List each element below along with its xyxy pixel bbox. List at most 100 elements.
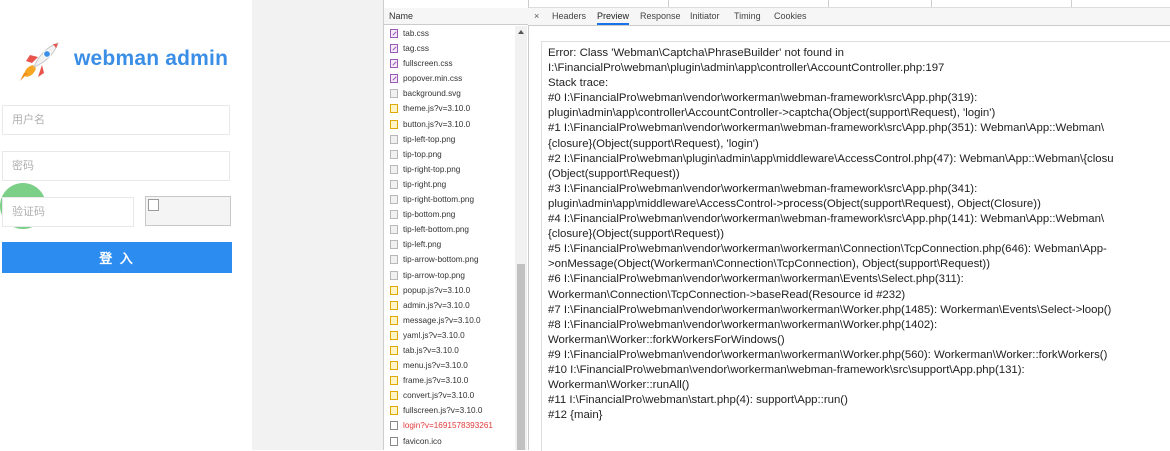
- tab-headers[interactable]: Headers: [552, 8, 586, 25]
- request-row[interactable]: message.js?v=3.10.0: [384, 313, 514, 328]
- tab-initiator[interactable]: Initiator: [690, 8, 720, 25]
- request-name: frame.js?v=3.10.0: [403, 376, 469, 386]
- captcha-input[interactable]: [2, 197, 134, 227]
- network-request-list: Name tab.css tag.css fullscreen.css popover…: [383, 0, 529, 450]
- script-icon: [390, 300, 398, 310]
- request-name: menu.js?v=3.10.0: [403, 361, 468, 371]
- request-row[interactable]: tab.css: [384, 26, 514, 41]
- request-name: tip-right-bottom.png: [403, 195, 474, 205]
- request-name: tip-left-top.png: [403, 134, 456, 144]
- request-row[interactable]: fullscreen.css: [384, 56, 514, 71]
- image-icon: [390, 89, 398, 99]
- request-row[interactable]: tip-top.png: [384, 147, 514, 162]
- image-icon: [390, 134, 398, 144]
- request-name: convert.js?v=3.10.0: [403, 391, 475, 401]
- image-icon: [390, 210, 398, 220]
- close-icon[interactable]: ×: [534, 8, 539, 25]
- waterfall-marker: [1071, 0, 1072, 7]
- image-icon: [390, 195, 398, 205]
- request-name: tip-left.png: [403, 240, 442, 250]
- request-row[interactable]: tip-arrow-top.png: [384, 268, 514, 283]
- tab-cookies[interactable]: Cookies: [774, 8, 807, 25]
- request-row[interactable]: tip-right.png: [384, 177, 514, 192]
- request-row[interactable]: menu.js?v=3.10.0: [384, 358, 514, 373]
- scrollbar[interactable]: [515, 26, 527, 450]
- name-column-header[interactable]: Name: [384, 8, 528, 25]
- script-icon: [390, 315, 398, 325]
- request-row[interactable]: admin.js?v=3.10.0: [384, 298, 514, 313]
- tab-timing[interactable]: Timing: [734, 8, 761, 25]
- request-name: popup.js?v=3.10.0: [403, 285, 471, 295]
- request-name: tag.css: [403, 44, 429, 54]
- request-name: tab.css: [403, 29, 429, 38]
- request-name: popover.min.css: [403, 74, 463, 84]
- request-name: tip-left-bottom.png: [403, 225, 469, 235]
- username-input[interactable]: [2, 105, 230, 135]
- request-name: tip-right-top.png: [403, 164, 461, 174]
- request-row[interactable]: tip-right-bottom.png: [384, 192, 514, 207]
- request-name: tip-arrow-bottom.png: [403, 255, 479, 265]
- waterfall-marker: [668, 0, 669, 7]
- captcha-image[interactable]: [145, 196, 231, 226]
- request-row[interactable]: tag.css: [384, 41, 514, 56]
- request-row[interactable]: fullscreen.js?v=3.10.0: [384, 403, 514, 418]
- request-name: yaml.js?v=3.10.0: [403, 330, 465, 340]
- error-stack-trace: Error: Class 'Webman\Captcha\PhraseBuild…: [548, 47, 1114, 422]
- request-row[interactable]: convert.js?v=3.10.0: [384, 388, 514, 403]
- request-name: tip-top.png: [403, 149, 442, 159]
- rocket-logo-icon: [20, 42, 59, 81]
- page-gutter: [252, 0, 383, 450]
- request-row[interactable]: login?v=1691578393261: [384, 418, 514, 433]
- response-preview: Error: Class 'Webman\Captcha\PhraseBuild…: [541, 41, 1170, 451]
- request-row[interactable]: tip-left-bottom.png: [384, 222, 514, 237]
- request-row[interactable]: tab.js?v=3.10.0: [384, 343, 514, 358]
- request-row[interactable]: tip-bottom.png: [384, 207, 514, 222]
- request-row[interactable]: popover.min.css: [384, 71, 514, 86]
- image-icon: [390, 240, 398, 250]
- request-name: admin.js?v=3.10.0: [403, 300, 470, 310]
- password-input[interactable]: [2, 151, 230, 181]
- request-name: tab.js?v=3.10.0: [403, 345, 459, 355]
- document-icon: [390, 421, 398, 431]
- detail-tabs-bar: × Headers Preview Response Initiator Tim…: [528, 8, 1170, 26]
- request-name: message.js?v=3.10.0: [403, 315, 481, 325]
- request-name: tip-arrow-top.png: [403, 270, 465, 280]
- request-name: fullscreen.css: [403, 59, 453, 69]
- request-name: fullscreen.js?v=3.10.0: [403, 406, 483, 416]
- request-row[interactable]: button.js?v=3.10.0: [384, 117, 514, 132]
- scroll-up-arrow-icon[interactable]: [518, 30, 524, 34]
- stylesheet-icon: [390, 29, 398, 38]
- request-rows: tab.css tag.css fullscreen.css popover.min.…: [384, 26, 514, 449]
- stylesheet-icon: [390, 74, 398, 84]
- scrollbar-thumb[interactable]: [517, 264, 525, 450]
- request-row[interactable]: tip-right-top.png: [384, 162, 514, 177]
- request-name: background.svg: [403, 89, 461, 99]
- request-row[interactable]: tip-left-top.png: [384, 132, 514, 147]
- request-row[interactable]: favicon.ico: [384, 434, 514, 449]
- login-panel: webman admin 登 入: [0, 0, 252, 450]
- request-row[interactable]: frame.js?v=3.10.0: [384, 373, 514, 388]
- request-row[interactable]: theme.js?v=3.10.0: [384, 101, 514, 116]
- request-name: tip-right.png: [403, 179, 447, 189]
- request-row[interactable]: background.svg: [384, 86, 514, 101]
- brand-title: webman admin: [74, 47, 229, 70]
- script-icon: [390, 330, 398, 340]
- request-row[interactable]: tip-left.png: [384, 237, 514, 252]
- tab-response[interactable]: Response: [640, 8, 681, 25]
- broken-image-icon: [148, 199, 159, 211]
- script-icon: [390, 376, 398, 386]
- waterfall-marker: [828, 0, 829, 7]
- request-row[interactable]: tip-arrow-bottom.png: [384, 252, 514, 267]
- script-icon: [390, 119, 398, 129]
- request-name: tip-bottom.png: [403, 210, 456, 220]
- script-icon: [390, 391, 398, 401]
- request-row[interactable]: yaml.js?v=3.10.0: [384, 328, 514, 343]
- request-name: button.js?v=3.10.0: [403, 119, 471, 129]
- image-icon: [390, 164, 398, 174]
- image-icon: [390, 149, 398, 159]
- login-button[interactable]: 登 入: [2, 242, 232, 273]
- script-icon: [390, 104, 398, 114]
- request-row[interactable]: popup.js?v=3.10.0: [384, 283, 514, 298]
- script-icon: [390, 285, 398, 295]
- tab-preview[interactable]: Preview: [597, 8, 630, 25]
